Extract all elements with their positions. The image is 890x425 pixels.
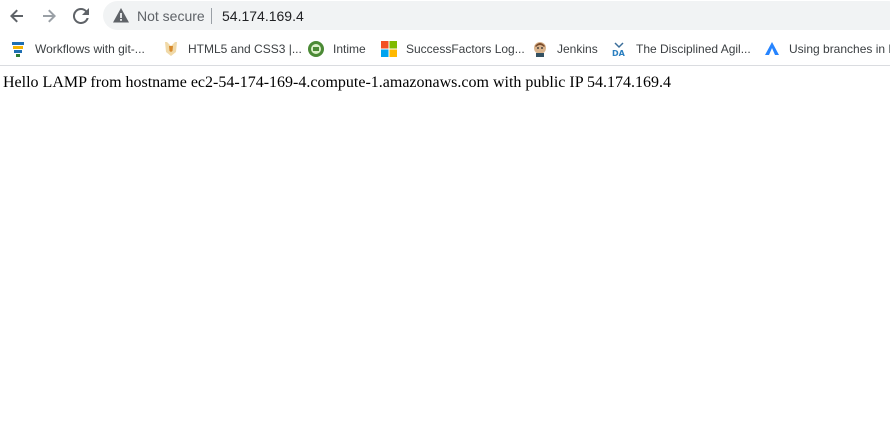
bookmark-label: Using branches in B [789,42,890,56]
jenkins-icon [534,42,546,57]
da-logo-icon: DA [612,42,626,57]
page-message: Hello LAMP from hostname ec2-54-174-169-… [3,74,672,91]
bookmark-label: Intime [333,42,366,56]
microsoft-logo-icon [381,41,397,57]
bookmark-successfactors[interactable]: SuccessFactors Log... [373,37,525,61]
bookmark-using-branches[interactable]: Using branches in B [756,37,890,61]
reload-icon [73,8,89,24]
security-status-label[interactable]: Not secure [137,8,205,24]
bookmark-workflows-with-git[interactable]: Workflows with git-... [2,37,145,61]
bookmark-label: HTML5 and CSS3 |... [188,42,302,56]
url-text[interactable]: 54.174.169.4 [222,8,304,24]
bookmark-label: Jenkins [557,42,598,56]
address-bar[interactable]: Not secure 54.174.169.4 [103,1,890,30]
reload-button[interactable] [69,4,93,28]
arrow-right-icon [43,9,56,23]
bookmarks-bar: Workflows with git-... HTML5 and CSS3 |.… [0,33,890,66]
bookmark-html5-and-css3[interactable]: HTML5 and CSS3 |... [155,37,302,61]
bookmark-label: SuccessFactors Log... [406,42,525,56]
forward-button[interactable] [37,4,61,28]
svg-text:DA: DA [612,49,626,57]
browser-toolbar: Not secure 54.174.169.4 [0,0,890,32]
bitbucket-icon [765,42,779,55]
arrow-left-icon [10,9,23,23]
bookmark-disciplined-agile[interactable]: DA The Disciplined Agil... [603,37,751,61]
warning-triangle-icon[interactable] [113,8,129,23]
html5-badge-icon [165,42,177,56]
bookmark-jenkins[interactable]: Jenkins [524,37,598,61]
address-divider [211,8,212,24]
bookmark-label: Workflows with git-... [35,42,145,56]
gitlab-icon [12,42,24,57]
bookmark-label: The Disciplined Agil... [636,42,751,56]
back-button[interactable] [5,4,29,28]
bookmark-intime[interactable]: Intime [300,37,366,61]
intime-logo-icon [308,41,324,57]
